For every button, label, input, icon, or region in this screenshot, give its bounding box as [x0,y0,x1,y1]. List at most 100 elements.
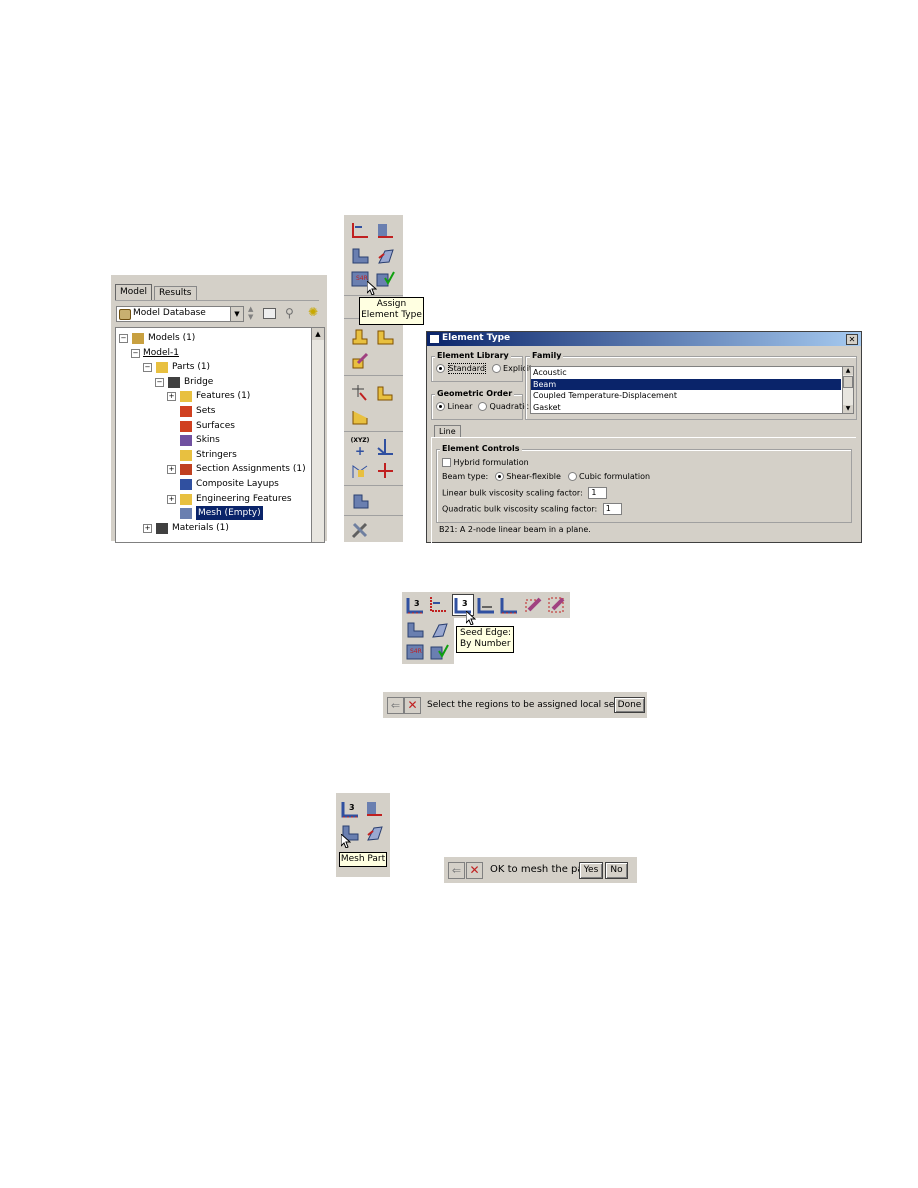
radio-explicit[interactable] [491,364,501,373]
assign-element-type-icon[interactable]: S4R [405,642,425,662]
collapse-toggle-icon[interactable]: − [143,363,152,373]
tree-node-icon [168,376,180,388]
model-tree: − Models (1) − Model-1− Parts (1) − Bridge + Fea… [115,327,313,543]
collapse-toggle-icon[interactable]: − [119,334,128,343]
tree-item-label: Surfaces [196,420,235,431]
family-list[interactable]: Acoustic Beam Coupled Temperature-Displace… [530,366,854,414]
radio-cubic-formulation[interactable] [567,472,577,481]
verify-mesh-icon[interactable] [429,642,449,662]
seed-edge-icon[interactable] [364,799,384,819]
chevron-down-icon[interactable]: ▼ [230,307,243,321]
back-arrow-icon[interactable]: ⇐ [387,697,404,714]
seed-prompt-bar: ⇐ ✕ Select the regions to be assigned lo… [383,692,647,718]
repair-geometry-icon[interactable] [375,383,395,403]
associate-mesh-icon[interactable] [350,407,370,427]
linear-bulk-input[interactable]: 1 [588,487,608,499]
seed-toolbox-lower: S4R [402,618,454,664]
mesh-region-icon[interactable] [364,823,384,843]
cancel-x-icon[interactable]: ✕ [466,862,483,879]
seed-part-number-icon[interactable]: 3 [405,595,425,615]
seed-edge-by-size-icon[interactable] [499,595,519,615]
tree-scrollbar[interactable]: ▲ [311,327,325,543]
model-tree-panel: Model Results Model Database ▼ ▲ ▼ ⚲ ✺ − M… [111,275,327,543]
tab-model[interactable]: Model [115,284,153,300]
tree-item-label: Section Assignments (1) [196,464,306,475]
seed-part-icon[interactable] [350,221,370,241]
element-description: B21: A 2-node linear beam in a plane. [439,525,591,534]
back-arrow-icon[interactable]: ⇐ [448,862,465,879]
expand-toggle-icon[interactable]: + [167,465,176,475]
datum-point-icon[interactable]: (XYZ) + [350,437,370,458]
tab-results[interactable]: Results [154,286,197,300]
collapse-toggle-icon[interactable]: − [131,348,140,358]
svg-text:S4R: S4R [410,648,422,655]
edit-mesh-icon[interactable] [350,351,370,371]
svg-text:3: 3 [462,599,468,608]
close-icon[interactable]: ✕ [846,334,858,345]
assign-element-type-tooltip: Assign Element Type [359,297,424,325]
mouse-cursor-icon [466,611,476,625]
mesh-controls-icon[interactable] [350,246,370,266]
tools-icon[interactable] [350,520,370,540]
radio-standard[interactable] [436,364,445,373]
tree-item-label: Engineering Features [196,493,292,504]
datum-axis-icon[interactable] [375,437,395,457]
virtual-topology-icon[interactable] [350,383,370,403]
hybrid-checkbox[interactable] [442,458,451,467]
mesh-region-icon[interactable] [429,620,449,640]
window-icon [430,335,439,343]
lightbulb-icon[interactable]: ✺ [308,305,318,319]
cancel-x-icon[interactable]: ✕ [404,697,421,714]
delete-part-seeds-icon[interactable] [546,595,566,615]
dialog-title-bar: Element Type ✕ [427,332,861,346]
up-down-arrows-icon[interactable]: ▲ ▼ [248,305,258,321]
done-button[interactable]: Done [614,697,645,713]
family-list-item[interactable]: Coupled Temperature-Displacement [531,390,841,402]
tree-item-label: Features (1) [196,391,251,402]
tree-node-icon [156,362,168,374]
family-list-item[interactable]: Beam [531,378,841,390]
seed-part-number-icon[interactable]: 3 [340,799,360,819]
tree-item-label: Model-1 [143,347,179,358]
radio-quadratic[interactable] [477,402,487,411]
quadratic-bulk-input[interactable]: 1 [602,503,622,515]
expand-toggle-icon[interactable]: + [143,523,152,533]
tree-node-icon [180,508,192,520]
expand-toggle-icon[interactable]: + [167,494,176,504]
datum-plane-icon[interactable] [350,461,370,481]
tree-node-icon [180,479,192,490]
seed-part-icon[interactable] [428,595,448,615]
verify-mesh-icon[interactable] [375,269,395,289]
tree-item-label: Composite Layups [196,479,279,489]
database-select[interactable]: Model Database ▼ [116,306,244,322]
delete-seeds-icon[interactable] [523,595,543,615]
expand-toggle-icon[interactable]: + [167,392,176,402]
tree-node-icon [180,435,192,447]
seed-edge-tooltip: Seed Edge: By Number [456,626,514,653]
family-scrollbar[interactable]: ▲ ▼ [842,367,853,413]
tree-node-icon [180,420,192,432]
element-type-dialog: Element Type ✕ Element Library Standard … [426,331,862,543]
family-list-item[interactable]: Gasket [531,402,841,414]
radio-shear-flexible[interactable] [494,472,504,481]
tree-item-label: Skins [196,435,220,446]
yes-button[interactable]: Yes [579,862,603,879]
tree-item-label: Stringers [196,449,237,460]
tree-node-icon [180,464,192,476]
seed-edge-biased-icon[interactable] [476,595,496,615]
mesh-part-tooltip: Mesh Part [339,852,387,867]
filter-icon[interactable]: ⚲ [285,306,294,320]
expand-icon[interactable] [263,308,276,319]
datum-csys-icon[interactable] [375,461,395,481]
mesh-controls-icon[interactable] [405,620,425,640]
mesh-region-icon[interactable] [375,246,395,266]
family-list-item[interactable]: Acoustic [531,367,841,379]
radio-linear[interactable] [436,402,445,411]
no-button[interactable]: No [605,862,628,879]
partition-face-icon[interactable] [375,327,395,347]
seed-edge-icon[interactable] [375,221,395,241]
tree-node-icon [180,391,192,403]
collapse-toggle-icon[interactable]: − [155,377,164,387]
query-icon[interactable] [350,491,370,511]
partition-icon[interactable] [350,327,370,347]
